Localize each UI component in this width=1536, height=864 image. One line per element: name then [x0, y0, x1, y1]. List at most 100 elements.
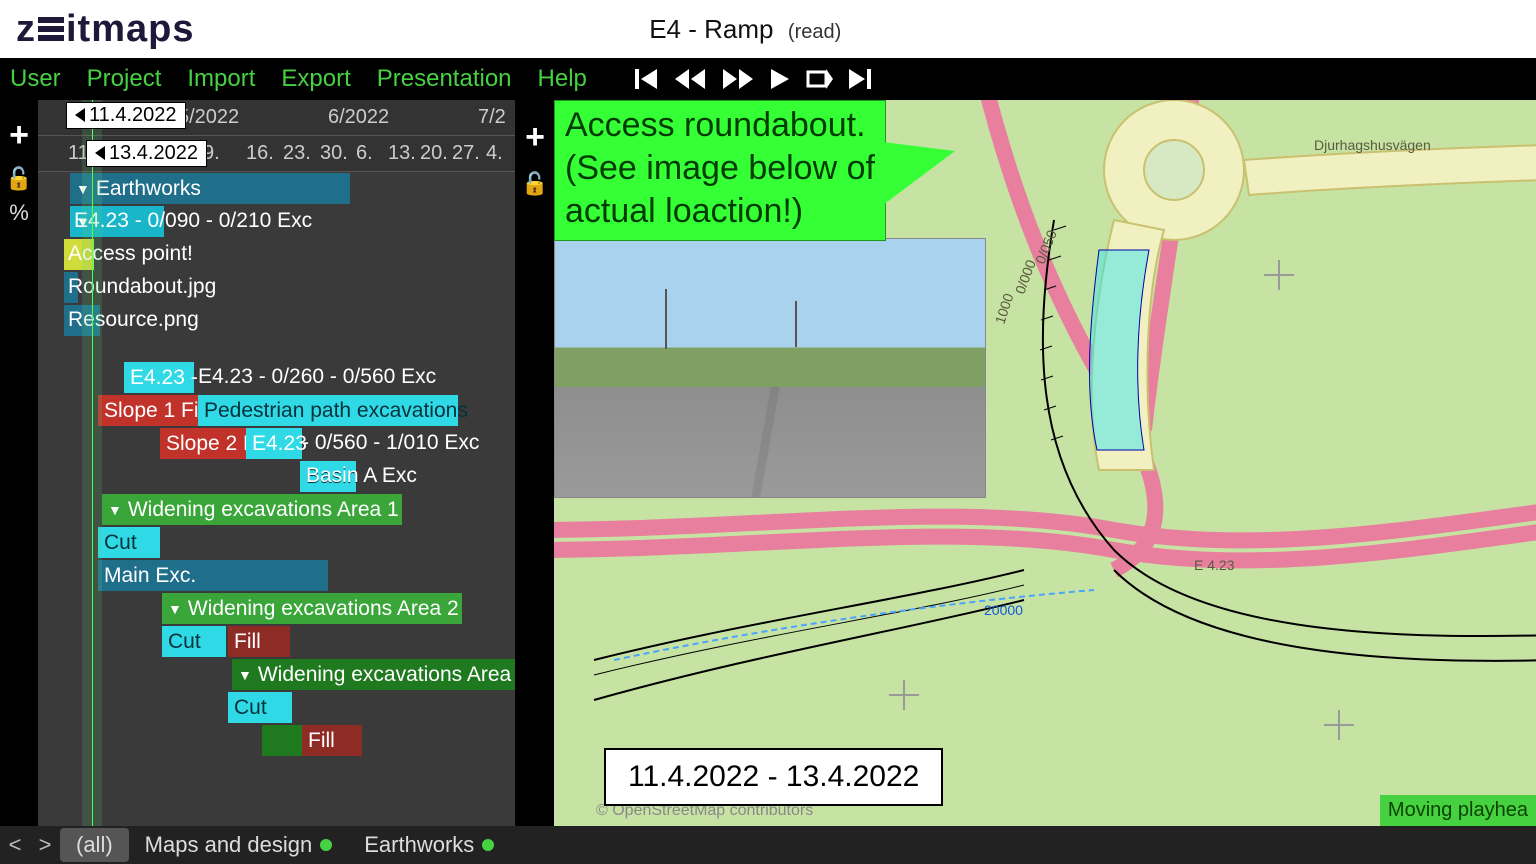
- task-label: E4.23: [252, 432, 307, 456]
- menu-import[interactable]: Import: [187, 65, 255, 93]
- gantt-gutter: + 🔓 %: [0, 100, 38, 826]
- task-row: Roundabout.jpg: [38, 271, 515, 304]
- add-task-button[interactable]: +: [0, 118, 38, 152]
- task-bar[interactable]: Main Exc.: [98, 560, 328, 591]
- task-row: Resource.png: [38, 304, 515, 337]
- gantt-area[interactable]: 4/20225/20226/20227/2 11.18.25.2.9.16.23…: [38, 100, 515, 826]
- task-row: Slope 2 FE4.23 - 0/560 - 1/010 Exc: [38, 427, 515, 460]
- task-bar[interactable]: Slope 1 Fill: [98, 395, 198, 426]
- task-bar[interactable]: Pedestrian path excavations: [198, 395, 458, 426]
- task-bar[interactable]: Cut: [98, 527, 160, 558]
- task-label: Cut: [104, 531, 137, 555]
- task-label: Widening excavations Area 2: [188, 597, 459, 621]
- day-tick: 16.: [246, 142, 274, 165]
- task-label: Basin A Exc: [306, 464, 417, 488]
- task-label: E4.23 - 0/090 - 0/210 Exc: [74, 209, 312, 233]
- task-row: E4.23 -E4.23 - 0/260 - 0/560 Exc: [38, 361, 515, 394]
- tab-all-label: (all): [76, 832, 113, 858]
- day-tick: 20.: [420, 142, 448, 165]
- task-label: Cut: [234, 696, 267, 720]
- design-label: E 4.23: [1194, 557, 1235, 573]
- tabs-next[interactable]: >: [30, 832, 60, 858]
- tab-all[interactable]: (all): [60, 828, 129, 862]
- task-row: Main Exc.: [38, 559, 515, 592]
- app-logo: z itmaps: [0, 8, 194, 51]
- workspace: + 🔓 % 4/20225/20226/20227/2 11.18.25.2.9…: [0, 100, 1536, 826]
- menu-project[interactable]: Project: [87, 65, 162, 93]
- task-bar[interactable]: Widening excavations Area 3: [232, 659, 515, 690]
- task-row: E4.23 - 0/090 - 0/210 Exc: [38, 205, 515, 238]
- task-label: E4.23 - 0/260 - 0/560 Exc: [198, 365, 436, 389]
- menu-user[interactable]: User: [10, 65, 61, 93]
- add-map-button[interactable]: +: [516, 118, 554, 157]
- chip-start-text: 11.4.2022: [89, 104, 177, 126]
- task-row: BasinBasin A Exc: [38, 460, 515, 493]
- skip-end-icon[interactable]: [847, 66, 873, 92]
- transport-controls: [633, 66, 873, 92]
- fast-forward-icon[interactable]: [721, 66, 755, 92]
- logo-text-b: itmaps: [66, 8, 194, 51]
- skip-start-icon[interactable]: [633, 66, 659, 92]
- task-row: Earthworks: [38, 172, 515, 205]
- lock-icon[interactable]: 🔓: [0, 166, 38, 192]
- callout-tail-icon: [875, 141, 955, 211]
- task-row: Widening excavations Area 3: [38, 658, 515, 691]
- embedded-photo[interactable]: [554, 238, 986, 498]
- menu-bar: User Project Import Export Presentation …: [0, 58, 1536, 100]
- month-tick: 7/2: [478, 106, 506, 129]
- task-label: Earthworks: [96, 177, 201, 201]
- percent-icon[interactable]: %: [0, 200, 38, 226]
- menu-presentation[interactable]: Presentation: [377, 65, 512, 93]
- tab-maps[interactable]: Maps and design: [129, 828, 349, 862]
- task-row: Slope 1 FillPedestrian path excavations: [38, 394, 515, 427]
- task-bar[interactable]: Cut: [162, 626, 226, 657]
- month-tick: 6/2022: [328, 106, 389, 129]
- task-label: Widening excavations Area 1: [128, 498, 399, 522]
- task-bar[interactable]: Widening excavations Area 1: [102, 494, 402, 525]
- day-tick: 23.: [283, 142, 311, 165]
- day-tick: 6.: [356, 142, 373, 165]
- playhead[interactable]: [82, 100, 102, 826]
- playhead-end-chip[interactable]: 13.4.2022: [86, 140, 207, 167]
- menu-help[interactable]: Help: [538, 65, 587, 93]
- chevron-left-icon: [75, 108, 85, 122]
- rewind-icon[interactable]: [673, 66, 707, 92]
- title-bar: z itmaps E4 - Ramp (read): [0, 0, 1536, 58]
- project-mode: (read): [788, 21, 841, 43]
- date-range-box: 11.4.2022 - 13.4.2022: [604, 748, 943, 806]
- playhead-start-chip[interactable]: 11.4.2022: [66, 102, 186, 129]
- day-tick: 30.: [320, 142, 348, 165]
- tab-earth-label: Earthworks: [364, 832, 474, 858]
- task-bar[interactable]: Fill: [302, 725, 362, 756]
- task-label: Widening excavations Area 3: [258, 663, 515, 687]
- task-bar[interactable]: E4.23 -: [124, 362, 194, 393]
- task-bar[interactable]: [262, 725, 302, 756]
- map-canvas[interactable]: Djurhagshusvägen: [554, 100, 1536, 826]
- task-label: Fill: [308, 729, 335, 753]
- day-tick: 13.: [388, 142, 416, 165]
- task-row: Access point!: [38, 238, 515, 271]
- chainage-label: 20000: [984, 602, 1023, 618]
- map-callout[interactable]: Access roundabout.(See image below ofact…: [554, 100, 886, 241]
- task-bar[interactable]: Cut: [228, 692, 292, 723]
- task-bar[interactable]: Widening excavations Area 2: [162, 593, 462, 624]
- task-rows: Earthworks E4.23 - 0/090 - 0/210 Exc Acces…: [38, 172, 515, 757]
- task-label: Cut: [168, 630, 201, 654]
- loop-icon[interactable]: [805, 66, 833, 92]
- month-tick: 5/2022: [178, 106, 239, 129]
- map-lock-icon[interactable]: 🔓: [516, 171, 554, 197]
- task-bar[interactable]: Earthworks: [70, 173, 350, 204]
- task-bar[interactable]: Slope 2 F: [160, 428, 246, 459]
- tabs-prev[interactable]: <: [0, 832, 30, 858]
- tab-earthworks[interactable]: Earthworks: [348, 828, 510, 862]
- task-row: Cut: [38, 691, 515, 724]
- gantt-panel: + 🔓 % 4/20225/20226/20227/2 11.18.25.2.9…: [0, 100, 516, 826]
- task-row: Fill: [38, 724, 515, 757]
- task-bar[interactable]: Fill: [228, 626, 290, 657]
- menu-export[interactable]: Export: [281, 65, 350, 93]
- task-label: Slope 1 Fill: [104, 399, 208, 423]
- task-label: Pedestrian path excavations: [204, 399, 468, 423]
- play-icon[interactable]: [769, 66, 791, 92]
- task-bar[interactable]: E4.23: [246, 428, 302, 459]
- status-dot-icon: [482, 839, 494, 851]
